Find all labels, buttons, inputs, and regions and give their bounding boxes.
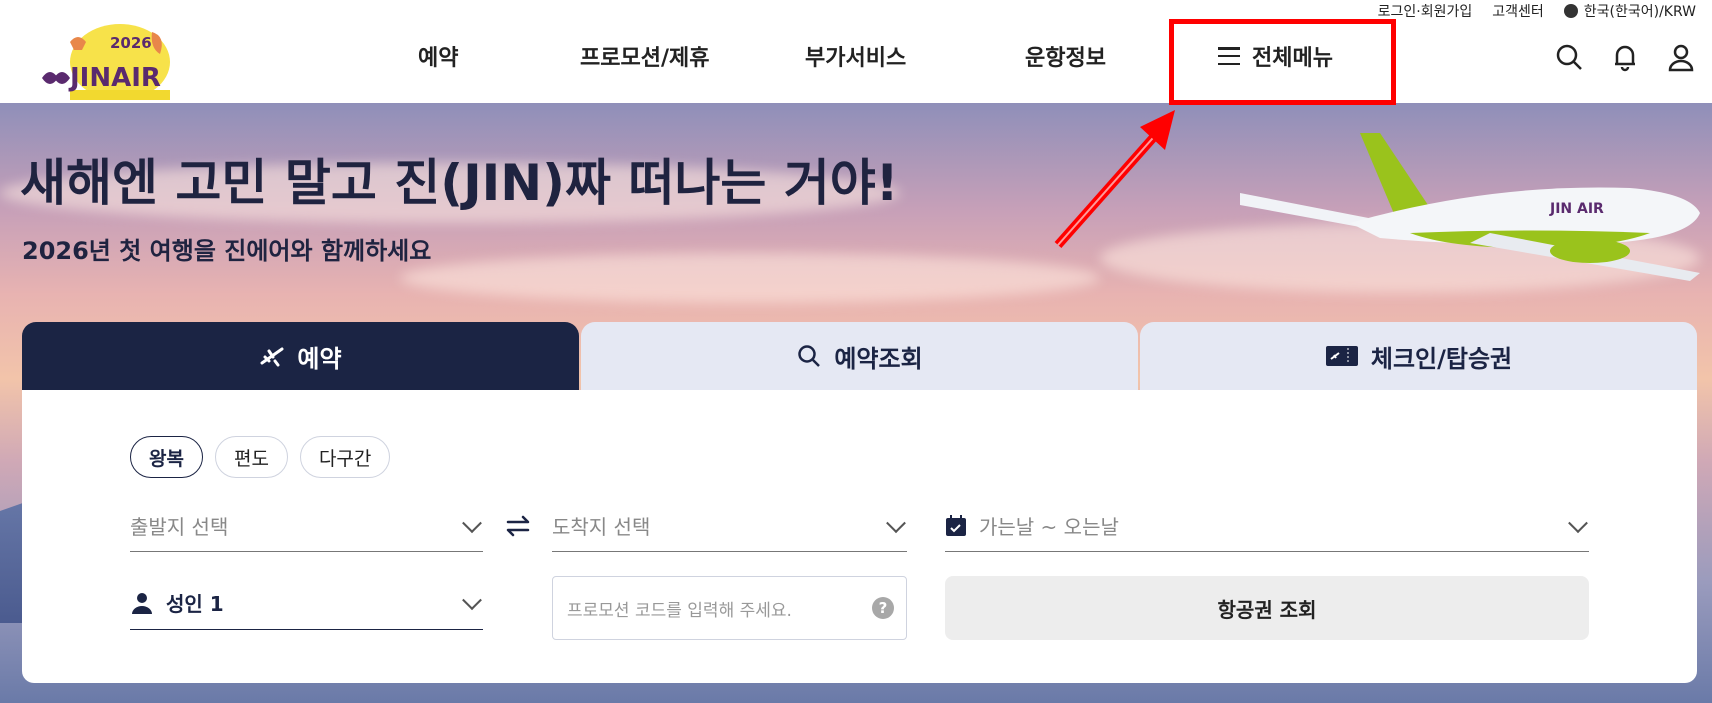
nav-item-extra-services[interactable]: 부가서비스 (805, 40, 906, 72)
full-menu-highlight (1169, 19, 1396, 105)
nav-item-promotion[interactable]: 프로모션/제휴 (580, 40, 709, 72)
promo-placeholder: 프로모션 코드를 입력해 주세요. (567, 600, 792, 621)
trip-round-trip[interactable]: 왕복 (130, 436, 203, 478)
cloud (400, 253, 1100, 303)
trip-type-selector: 왕복 편도 다구간 (130, 436, 391, 478)
nav-item-reservation[interactable]: 예약 (418, 40, 458, 72)
airplane-icon (260, 347, 284, 367)
hero-subtitle: 2026년 첫 여행을 진에어와 함께하세요 (22, 237, 432, 265)
passenger-value: 성인 1 (166, 592, 224, 616)
tab-checkin[interactable]: 체크인/탑승권 (1140, 322, 1697, 390)
date-placeholder: 가는날 ~ 오는날 (979, 515, 1119, 539)
calendar-icon (946, 514, 966, 536)
promo-code-input[interactable]: 프로모션 코드를 입력해 주세요. ? (552, 576, 907, 640)
chevron-down-icon (886, 512, 906, 533)
main-nav: 예약 프로모션/제휴 부가서비스 운항정보 전체메뉴 (0, 40, 1712, 80)
swap-icon[interactable] (502, 510, 534, 542)
language-selector[interactable]: 한국(한국어)/KRW (1563, 1, 1696, 21)
chevron-down-icon (462, 512, 482, 533)
red-arrow (1054, 110, 1175, 248)
passenger-select[interactable]: 성인 1 (130, 576, 483, 630)
nav-item-flight-info[interactable]: 운항정보 (1025, 40, 1106, 72)
chevron-down-icon (462, 589, 482, 610)
help-icon[interactable]: ? (872, 597, 894, 619)
airplane-illustration: JIN AIR (1240, 133, 1700, 281)
search-icon (798, 345, 821, 367)
date-select[interactable]: 가는날 ~ 오는날 (945, 500, 1589, 552)
language-label: 한국(한국어)/KRW (1583, 4, 1696, 20)
tab-reservation-lookup[interactable]: 예약조회 (581, 322, 1138, 390)
customer-center-link[interactable]: 고객센터 (1492, 1, 1544, 21)
login-link[interactable]: 로그인·회원가입 (1378, 1, 1473, 21)
tab-reservation[interactable]: 예약 (22, 322, 579, 390)
tab-label: 예약 (297, 344, 342, 373)
booking-panel: 왕복 편도 다구간 출발지 선택 도착지 선택 가는날 ~ 오는날 성인 1 프… (22, 390, 1697, 683)
arrival-placeholder: 도착지 선택 (552, 515, 651, 539)
boarding-pass-icon (1325, 346, 1358, 366)
departure-placeholder: 출발지 선택 (130, 515, 229, 539)
arrival-select[interactable]: 도착지 선택 (552, 500, 907, 552)
chevron-down-icon (1568, 512, 1588, 533)
booking-tabs: 예약 예약조회 체크인/탑승권 (22, 322, 1697, 390)
search-flights-button[interactable]: 항공권 조회 (945, 576, 1589, 640)
departure-select[interactable]: 출발지 선택 (130, 500, 483, 552)
search-icon[interactable] (1554, 42, 1584, 72)
hero-title: 새해엔 고민 말고 진(JIN)짜 떠나는 거야! (20, 154, 899, 212)
header-icons (1554, 42, 1696, 72)
user-icon[interactable] (1666, 42, 1696, 72)
utility-bar: 로그인·회원가입 고객센터 한국(한국어)/KRW (1378, 0, 1712, 22)
trip-one-way[interactable]: 편도 (214, 436, 288, 478)
trip-multi-city[interactable]: 다구간 (299, 436, 391, 478)
globe-icon (1563, 4, 1578, 18)
person-icon (132, 592, 152, 614)
bell-icon[interactable] (1610, 42, 1640, 72)
plane-livery: JIN AIR (1549, 201, 1604, 217)
tab-label: 체크인/탑승권 (1370, 344, 1513, 373)
tab-label: 예약조회 (834, 344, 923, 373)
